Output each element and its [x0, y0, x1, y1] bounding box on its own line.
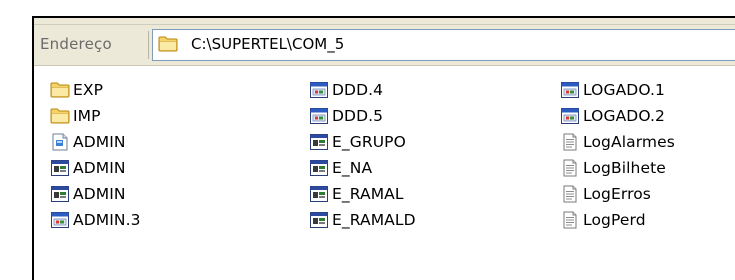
file-name: ADMIN.3 — [73, 211, 141, 229]
window-file-icon — [560, 81, 580, 99]
file-item[interactable]: EXP — [50, 77, 141, 103]
text-file-icon — [560, 133, 580, 151]
file-item[interactable]: ADMIN.3 — [50, 207, 141, 233]
dos-program-icon — [309, 185, 329, 203]
window-file-icon — [309, 107, 329, 125]
file-item[interactable]: LogAlarmes — [560, 129, 675, 155]
address-field[interactable]: C:\SUPERTEL\COM_5 — [152, 29, 735, 61]
file-item[interactable]: ADMIN — [50, 155, 141, 181]
file-column-2: DDD.4 DDD.5 E_GRUPO E_NA E_RAMAL E_RAMAL… — [309, 77, 416, 233]
folder-icon — [50, 81, 70, 99]
file-item[interactable]: DDD.4 — [309, 77, 416, 103]
file-name: E_RAMAL — [332, 185, 404, 203]
text-file-icon — [560, 159, 580, 177]
dos-program-icon — [309, 211, 329, 229]
file-name: E_GRUPO — [332, 133, 406, 151]
file-item[interactable]: E_GRUPO — [309, 129, 416, 155]
file-name: E_NA — [332, 159, 373, 177]
address-path[interactable]: C:\SUPERTEL\COM_5 — [191, 35, 344, 53]
file-name: DDD.5 — [332, 107, 384, 125]
file-column-3: LOGADO.1 LOGADO.2 LogAlarmes LogBilhete … — [560, 77, 675, 233]
window-file-icon — [50, 211, 70, 229]
address-separator — [148, 31, 149, 59]
address-label: Endereço — [40, 35, 112, 53]
window-file-icon — [309, 81, 329, 99]
file-name: LogBilhete — [583, 159, 666, 177]
file-item[interactable]: ADMIN — [50, 181, 141, 207]
file-name: ADMIN — [73, 185, 126, 203]
explorer-window: Endereço C:\SUPERTEL\COM_5 EXP IMP ADMIN… — [32, 16, 735, 280]
file-name: EXP — [73, 81, 104, 99]
dos-program-icon — [309, 133, 329, 151]
file-name: DDD.4 — [332, 81, 384, 99]
address-bar: Endereço C:\SUPERTEL\COM_5 — [34, 25, 735, 66]
file-item[interactable]: LogPerd — [560, 207, 675, 233]
file-item[interactable]: E_NA — [309, 155, 416, 181]
folder-icon — [50, 107, 70, 125]
file-item[interactable]: LOGADO.2 — [560, 103, 675, 129]
file-name: LogErros — [583, 185, 651, 203]
dos-program-icon — [50, 159, 70, 177]
file-name: LOGADO.2 — [583, 107, 665, 125]
window-file-icon — [560, 107, 580, 125]
file-item[interactable]: LogBilhete — [560, 155, 675, 181]
file-item[interactable]: IMP — [50, 103, 141, 129]
file-item[interactable]: E_RAMALD — [309, 207, 416, 233]
file-item[interactable]: DDD.5 — [309, 103, 416, 129]
file-name: LogAlarmes — [583, 133, 675, 151]
file-name: LogPerd — [583, 211, 646, 229]
exe-icon — [50, 133, 70, 151]
file-name: ADMIN — [73, 133, 126, 151]
file-name: ADMIN — [73, 159, 126, 177]
file-name: E_RAMALD — [332, 211, 416, 229]
toolbar-edge — [34, 18, 735, 25]
folder-icon — [158, 35, 178, 53]
file-item[interactable]: LogErros — [560, 181, 675, 207]
file-item[interactable]: E_RAMAL — [309, 181, 416, 207]
file-item[interactable]: ADMIN — [50, 129, 141, 155]
file-name: LOGADO.1 — [583, 81, 665, 99]
dos-program-icon — [50, 185, 70, 203]
text-file-icon — [560, 185, 580, 203]
text-file-icon — [560, 211, 580, 229]
file-name: IMP — [73, 107, 101, 125]
dos-program-icon — [309, 159, 329, 177]
file-column-1: EXP IMP ADMIN ADMIN ADMIN ADMIN.3 — [50, 77, 141, 233]
file-item[interactable]: LOGADO.1 — [560, 77, 675, 103]
